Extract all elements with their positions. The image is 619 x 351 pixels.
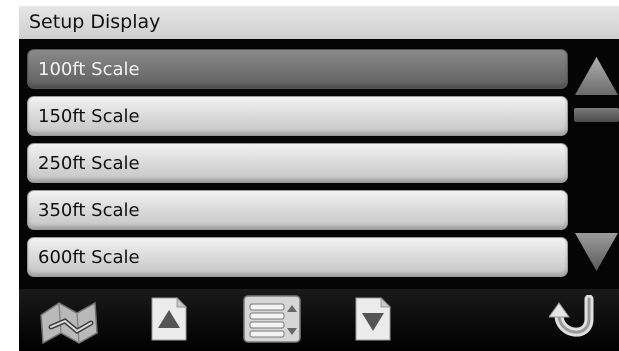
scroll-down-button[interactable] <box>574 231 619 273</box>
page-title: Setup Display <box>19 6 619 39</box>
page-down-icon <box>355 297 391 341</box>
scroll-up-button[interactable] <box>574 55 619 97</box>
scrollbar-thumb[interactable] <box>574 108 619 122</box>
scale-option-150ft[interactable]: 150ft Scale <box>27 96 568 136</box>
back-button[interactable] <box>549 295 597 345</box>
page-up-icon <box>151 297 187 341</box>
scale-selection-screen: 100ft Scale 150ft Scale 250ft Scale 350f… <box>19 39 619 351</box>
scale-option-250ft[interactable]: 250ft Scale <box>27 143 568 183</box>
triangle-down-icon <box>575 233 618 271</box>
scale-option-600ft[interactable]: 600ft Scale <box>27 237 568 277</box>
scale-option-100ft[interactable]: 100ft Scale <box>27 49 568 89</box>
page-down-button[interactable] <box>355 297 391 341</box>
bottom-toolbar <box>19 289 619 351</box>
map-button[interactable] <box>37 297 101 345</box>
back-arrow-icon <box>549 295 594 337</box>
scale-option-350ft[interactable]: 350ft Scale <box>27 190 568 230</box>
triangle-up-icon <box>575 57 618 95</box>
map-icon <box>40 301 98 345</box>
menu-list-button[interactable] <box>242 294 304 346</box>
menu-list-icon <box>243 295 301 343</box>
page-up-button[interactable] <box>151 297 187 341</box>
